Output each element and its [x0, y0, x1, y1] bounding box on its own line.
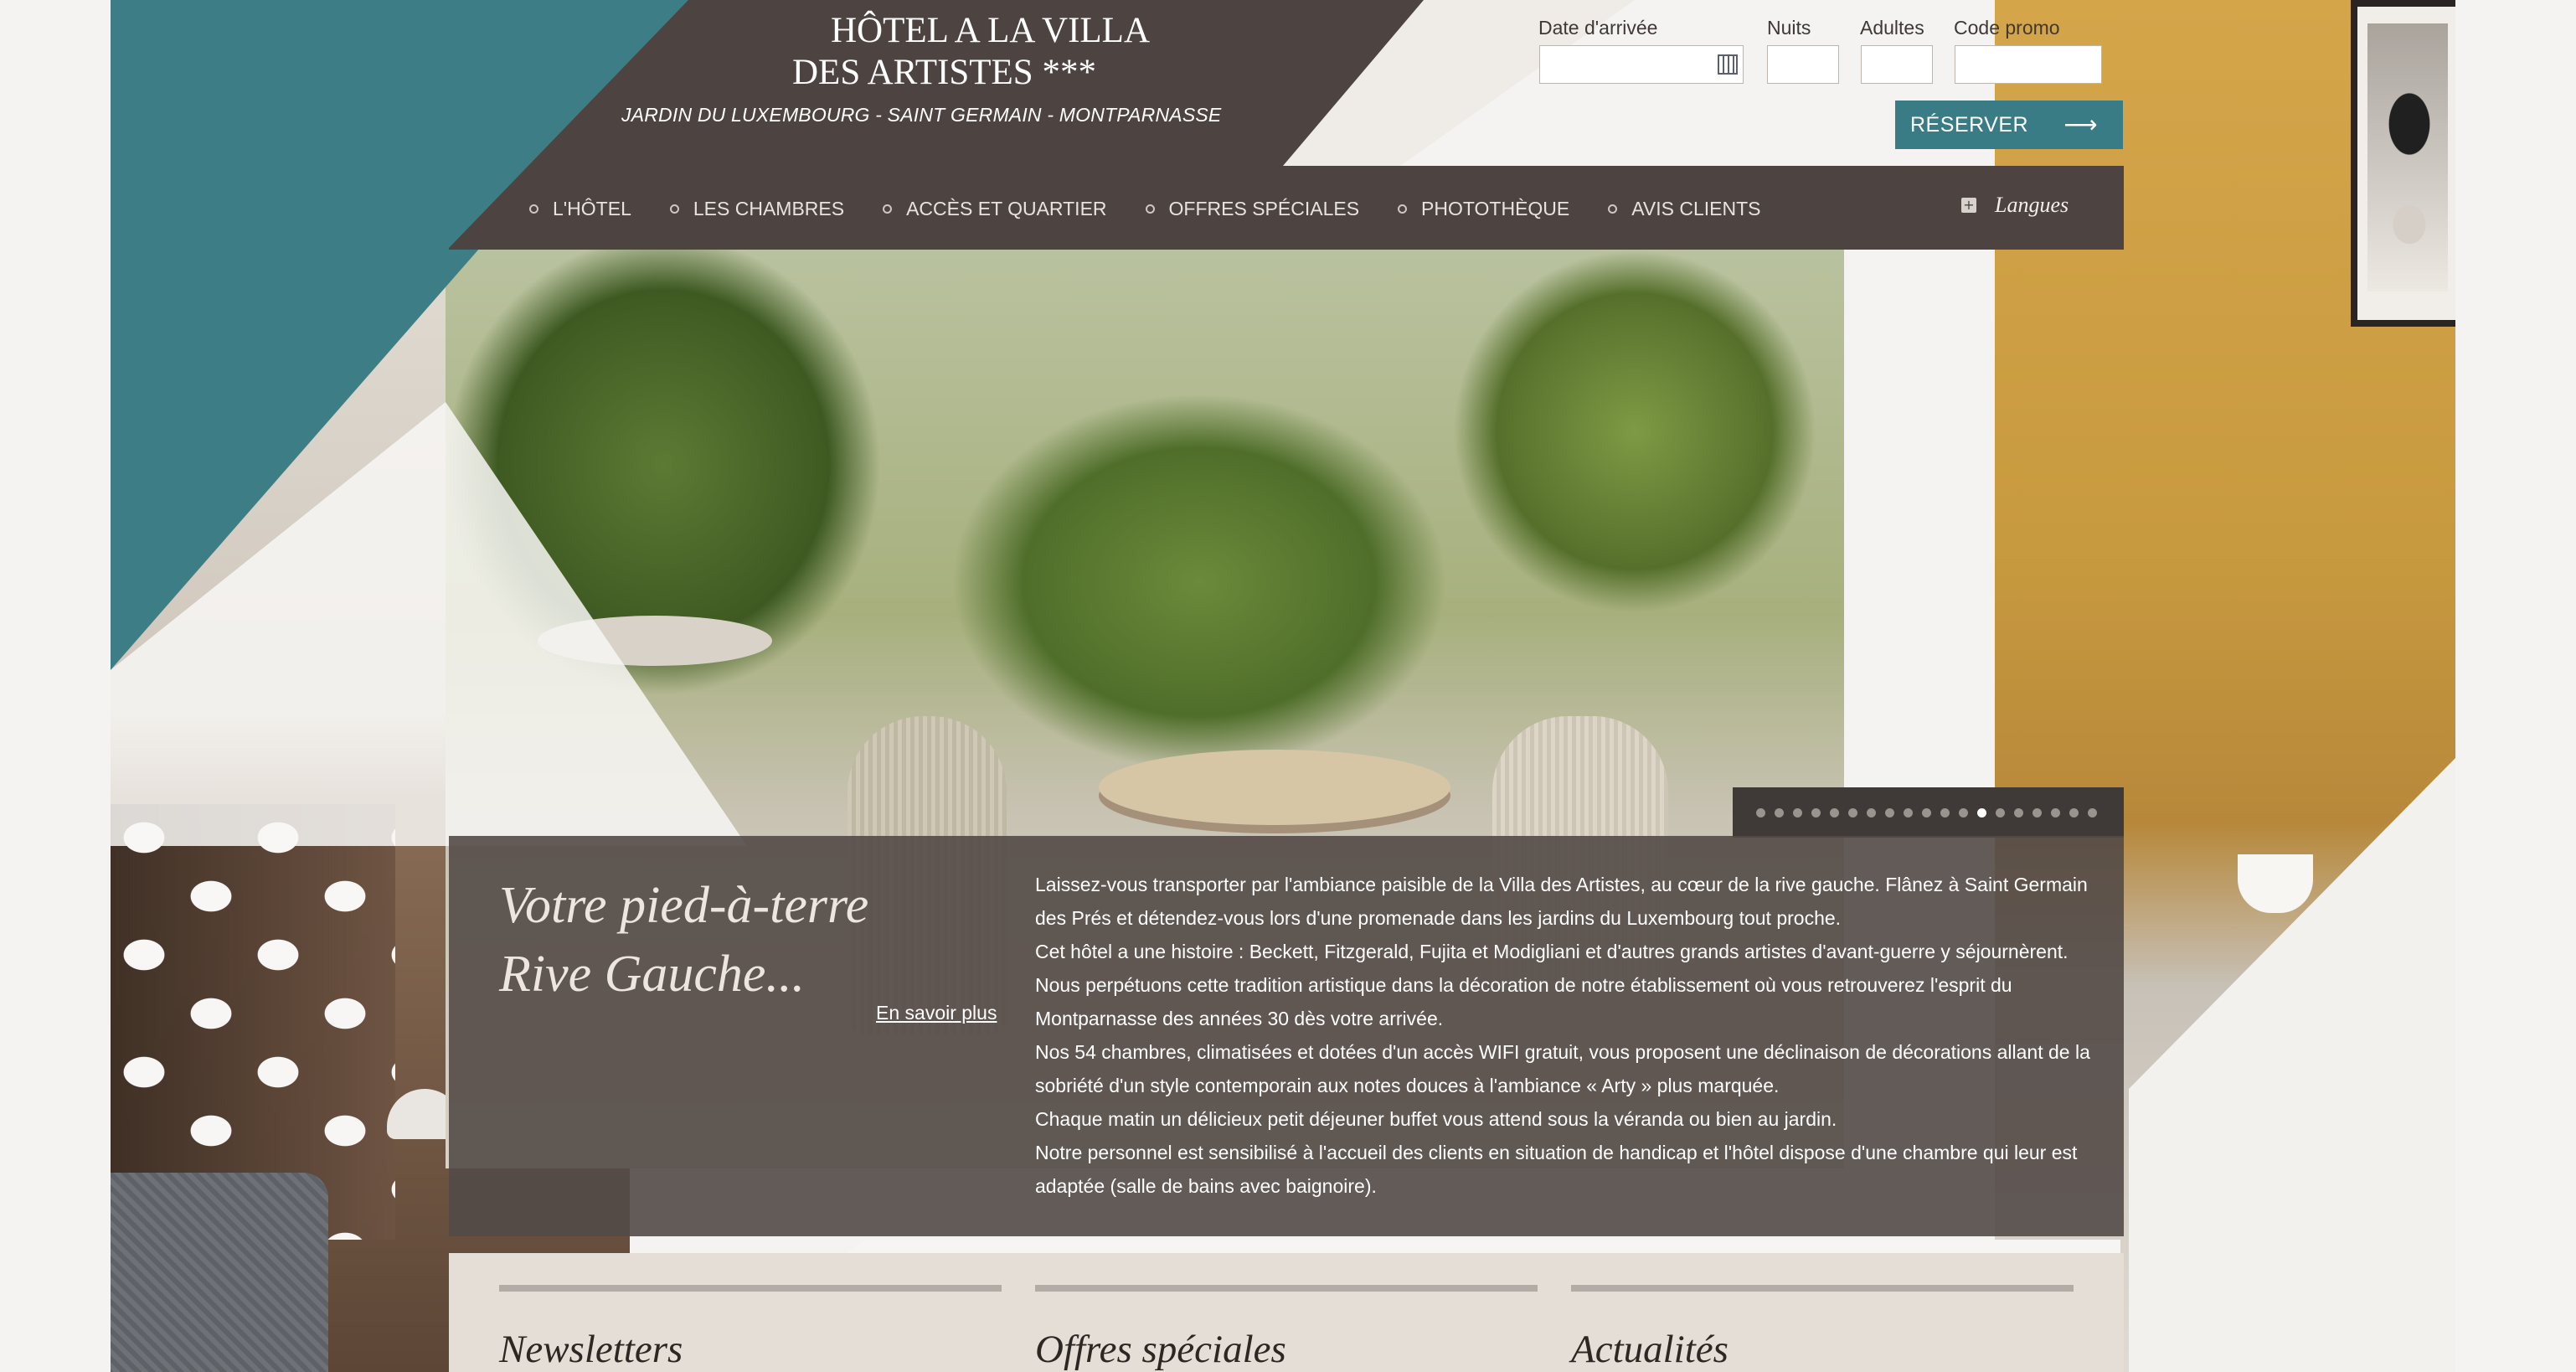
nav-item-label: AVIS CLIENTS — [1631, 197, 1761, 219]
main-nav: L'HÔTEL LES CHAMBRES ACCÈS ET QUARTIER O… — [529, 196, 1800, 221]
nav-item-access[interactable]: ACCÈS ET QUARTIER — [883, 196, 1107, 221]
cushion — [111, 1173, 328, 1372]
garden-table — [1099, 750, 1450, 825]
coffee-cup — [2238, 854, 2313, 913]
nav-item-photos[interactable]: PHOTOTHÈQUE — [1398, 196, 1569, 221]
slider-dot[interactable] — [1848, 807, 1857, 818]
slider-dot[interactable] — [1775, 807, 1784, 818]
arrival-date-input[interactable] — [1539, 45, 1744, 84]
slider-dot[interactable] — [1793, 807, 1802, 818]
tagline-line1: Votre pied-à-terre — [499, 877, 869, 934]
slider-dot[interactable] — [1811, 807, 1821, 818]
bullet-icon — [883, 204, 893, 214]
hotel-subtitle: JARDIN DU LUXEMBOURG - SAINT GERMAIN - M… — [621, 104, 1222, 126]
nights-label: Nuits — [1767, 17, 1811, 39]
adults-input[interactable] — [1861, 45, 1933, 84]
arrival-label: Date d'arrivée — [1538, 17, 1658, 39]
offers-heading[interactable]: Offres spéciales — [1035, 1327, 1286, 1372]
intro-text: Laissez-vous transporter par l'ambiance … — [1035, 868, 2090, 1203]
promo-label: Code promo — [1954, 17, 2060, 39]
tagline-line2: Rive Gauche... — [499, 946, 805, 1003]
promo-code-input[interactable] — [1955, 45, 2102, 84]
slider-dot[interactable] — [2088, 807, 2097, 818]
column-divider — [1571, 1285, 2074, 1292]
plus-icon: + — [1961, 198, 1976, 213]
slider-dot[interactable] — [2032, 807, 2042, 818]
slider-dot[interactable] — [2051, 807, 2060, 818]
slider-dot[interactable] — [1904, 807, 1913, 818]
slider-pagination — [1733, 787, 2124, 838]
slider-dot[interactable] — [1885, 807, 1894, 818]
nav-item-reviews[interactable]: AVIS CLIENTS — [1608, 196, 1761, 221]
column-divider — [499, 1285, 1002, 1292]
slider-dot[interactable] — [2069, 807, 2079, 818]
calendar-icon[interactable] — [1718, 54, 1738, 75]
page: HÔTEL A LA VILLA DES ARTISTES *** JARDIN… — [0, 0, 2576, 1372]
bullet-icon — [1398, 204, 1408, 214]
hotel-title-line2: DES ARTISTES *** — [792, 53, 1096, 92]
bullet-icon — [1608, 204, 1618, 214]
intro-paragraph: Laissez-vous transporter par l'ambiance … — [1035, 874, 2088, 929]
bullet-icon — [529, 204, 538, 214]
arrow-right-icon: ⟶ — [2063, 111, 2098, 137]
slider-dot[interactable] — [1996, 807, 2005, 818]
framed-portrait — [2351, 0, 2455, 327]
nav-item-label: OFFRES SPÉCIALES — [1168, 197, 1360, 219]
nav-item-rooms[interactable]: LES CHAMBRES — [669, 196, 845, 221]
stage: HÔTEL A LA VILLA DES ARTISTES *** JARDIN… — [111, 0, 2455, 1372]
languages-label: Langues — [1995, 193, 2069, 217]
nav-item-offers[interactable]: OFFRES SPÉCIALES — [1145, 196, 1360, 221]
more-link[interactable]: En savoir plus — [876, 1002, 997, 1024]
nav-item-label: L'HÔTEL — [553, 197, 631, 219]
nav-item-hotel[interactable]: L'HÔTEL — [529, 196, 631, 221]
slider-dot[interactable] — [1922, 807, 1931, 818]
hotel-title[interactable]: HÔTEL A LA VILLA DES ARTISTES *** — [680, 10, 1182, 94]
slider-dot[interactable] — [1940, 807, 1950, 818]
hotel-title-line1: HÔTEL A LA VILLA — [831, 11, 1150, 50]
bottom-columns: Newsletters Offres spéciales Actualités — [449, 1253, 2124, 1372]
slider-dot[interactable] — [1830, 807, 1839, 818]
book-button-label: RÉSERVER — [1910, 112, 2029, 137]
intro-paragraph: Nos 54 chambres, climatisées et dotées d… — [1035, 1041, 2090, 1096]
tagline: Votre pied-à-terre Rive Gauche... — [499, 871, 1018, 1008]
languages-toggle[interactable]: + Langues — [1961, 193, 2069, 218]
slider-dot[interactable] — [1756, 807, 1765, 818]
intro-paragraph: Notre personnel est sensibilisé à l'accu… — [1035, 1142, 2078, 1197]
nights-input[interactable] — [1767, 45, 1839, 84]
nav-item-label: ACCÈS ET QUARTIER — [906, 197, 1107, 219]
bullet-icon — [669, 204, 679, 214]
slider-dot[interactable] — [2014, 807, 2023, 818]
intro-paragraph: Cet hôtel a une histoire : Beckett, Fitz… — [1035, 941, 2069, 1029]
news-heading[interactable]: Actualités — [1571, 1327, 1728, 1372]
slider-dot[interactable] — [1959, 807, 1968, 818]
book-button[interactable]: RÉSERVER ⟶ — [1895, 101, 2123, 149]
bullet-icon — [1145, 204, 1155, 214]
portrait-image — [2367, 23, 2448, 291]
nav-item-label: PHOTOTHÈQUE — [1421, 197, 1570, 219]
slider-dot[interactable] — [1867, 807, 1876, 818]
slider-dot[interactable] — [1977, 807, 1986, 818]
intro-panel: Votre pied-à-terre Rive Gauche... En sav… — [449, 836, 2124, 1236]
adults-label: Adultes — [1860, 17, 1924, 39]
newsletters-heading[interactable]: Newsletters — [499, 1327, 683, 1372]
column-divider — [1035, 1285, 1538, 1292]
intro-paragraph: Chaque matin un délicieux petit déjeuner… — [1035, 1108, 1837, 1130]
nav-item-label: LES CHAMBRES — [693, 197, 845, 219]
